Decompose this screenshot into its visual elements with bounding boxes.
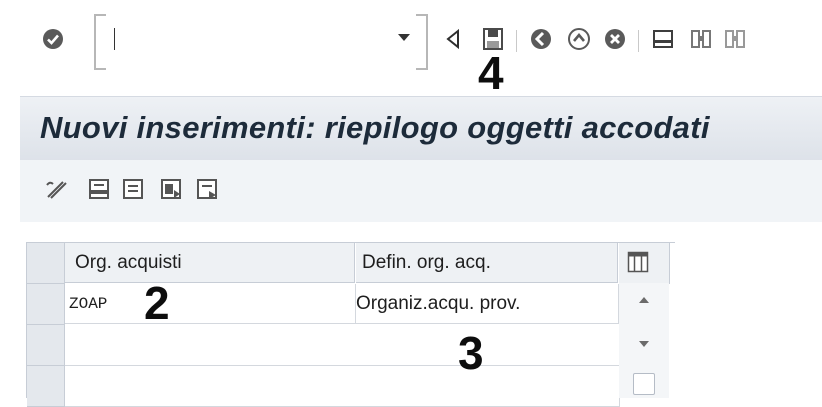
table-cell-org-acquisti[interactable] <box>65 366 357 407</box>
toolbar-separator <box>516 30 517 52</box>
table-settings-icon[interactable] <box>623 247 653 277</box>
toolbar-separator <box>638 30 639 52</box>
row-selector[interactable] <box>27 284 65 325</box>
deselect-all-icon[interactable] <box>194 176 220 202</box>
table-cell-defin-org-acq[interactable] <box>356 366 620 407</box>
system-toolbar: 4 <box>0 0 822 96</box>
enter-icon[interactable] <box>40 26 66 52</box>
content-area: Org. acquisti Defin. org. acq. ZOAP Orga… <box>20 222 822 407</box>
command-field-bracket-right <box>416 14 428 70</box>
row-selector[interactable] <box>27 366 65 407</box>
screen-title-bar: Nuovi inserimenti: riepilogo oggetti acc… <box>20 96 822 162</box>
exit-icon[interactable] <box>566 26 592 52</box>
vertical-scrollbar[interactable] <box>619 283 669 398</box>
application-toolbar <box>20 160 822 222</box>
find-icon[interactable] <box>688 26 714 52</box>
print-icon[interactable] <box>650 26 676 52</box>
back-arrow-icon[interactable] <box>440 26 466 52</box>
column-header-defin-org-acq[interactable]: Defin. org. acq. <box>356 243 618 283</box>
chevron-down-icon[interactable] <box>397 31 411 45</box>
table-cell-org-acquisti[interactable] <box>65 325 357 366</box>
table-cell-defin-org-acq[interactable] <box>356 325 620 366</box>
select-all-icon[interactable] <box>120 176 146 202</box>
annotation-number-4: 4 <box>478 47 504 99</box>
text-caret <box>114 28 115 50</box>
save-local-icon[interactable] <box>86 176 112 202</box>
row-selector[interactable] <box>27 325 65 366</box>
find-next-icon[interactable] <box>722 26 748 52</box>
command-field[interactable] <box>101 19 413 61</box>
select-all-rows-button[interactable] <box>27 243 65 284</box>
back-icon[interactable] <box>528 26 554 52</box>
command-input[interactable] <box>101 19 389 59</box>
scroll-up-icon[interactable] <box>635 291 653 309</box>
table-cell-org-acquisti[interactable]: ZOAP <box>65 284 356 324</box>
scroll-down-icon[interactable] <box>635 335 653 353</box>
change-icon[interactable] <box>44 176 70 202</box>
table-control: Org. acquisti Defin. org. acq. ZOAP Orga… <box>26 242 675 407</box>
annotation-number-3: 3 <box>458 327 484 379</box>
scroll-thumb[interactable] <box>633 373 655 395</box>
table-cell-defin-org-acq[interactable]: Organiz.acqu. prov. <box>356 284 619 324</box>
annotation-number-2: 2 <box>144 277 170 329</box>
cancel-icon[interactable] <box>602 26 628 52</box>
page-title: Nuovi inserimenti: riepilogo oggetti acc… <box>40 110 710 145</box>
column-header-org-acquisti[interactable]: Org. acquisti <box>65 243 355 283</box>
select-block-icon[interactable] <box>158 176 184 202</box>
